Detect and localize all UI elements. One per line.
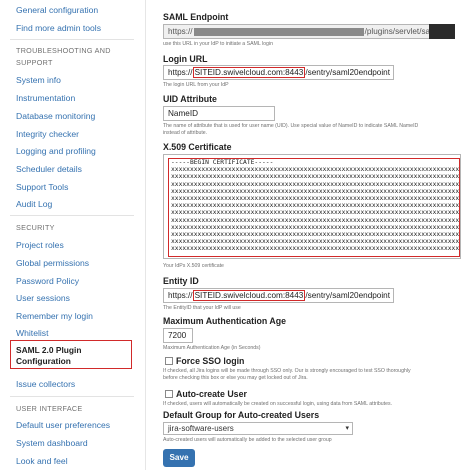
certificate-line: xxxxxxxxxxxxxxxxxxxxxxxxxxxxxxxxxxxxxxxx… (171, 245, 459, 253)
sidebar-item-issue-collectors[interactable]: Issue collectors (16, 379, 75, 389)
login-url-suffix: /sentry/saml20endpoint (305, 68, 390, 77)
entity-id-suffix: /sentry/saml20endpoint (305, 291, 390, 300)
sidebar-item-project-roles[interactable]: Project roles (16, 240, 64, 250)
force-sso-description: before checking this box or else you may… (163, 375, 308, 381)
sidebar-heading-support: SUPPORT (16, 58, 53, 67)
certificate-line: xxxxxxxxxxxxxxxxxxxxxxxxxxxxxxxxxxxxxxxx… (171, 216, 459, 224)
sidebar-divider (10, 215, 134, 216)
sidebar-item-scheduler-details[interactable]: Scheduler details (16, 164, 82, 174)
saml-endpoint-prefix: https:// (168, 27, 193, 36)
sidebar-item-label: Configuration (16, 356, 71, 366)
redacted-block (429, 24, 455, 39)
sidebar-item-label: SAML 2.0 Plugin (16, 345, 82, 355)
certificate-line: xxxxxxxxxxxxxxxxxxxxxxxxxxxxxxxxxxxxxxxx… (171, 187, 459, 195)
sidebar-heading-user-interface: USER INTERFACE (16, 404, 83, 413)
sidebar-item-whitelist[interactable]: Whitelist (16, 328, 48, 338)
entity-id-description: The EntityID that your IdP will use (163, 305, 241, 311)
sidebar-item-instrumentation[interactable]: Instrumentation (16, 93, 75, 103)
sidebar-item-integrity-checker[interactable]: Integrity checker (16, 129, 79, 139)
uid-attribute-description: The name of attribute that is used for u… (163, 123, 419, 129)
sidebar-item-audit-log[interactable]: Audit Log (16, 199, 52, 209)
uid-attribute-input[interactable]: NameID (163, 106, 275, 121)
sidebar-item-remember-my-login[interactable]: Remember my login (16, 311, 93, 321)
certificate-line: xxxxxxxxxxxxxxxxxxxxxxxxxxxxxxxxxxxxxxxx… (171, 173, 459, 181)
entity-id-label: Entity ID (163, 276, 199, 286)
uid-attribute-label: UID Attribute (163, 94, 217, 104)
certificate-line: xxxxxxxxxxxxxxxxxxxxxxxxxxxxxxxxxxxxxxxx… (171, 202, 459, 210)
sidebar-item-database-monitoring[interactable]: Database monitoring (16, 111, 95, 121)
sidebar-heading-security: SECURITY (16, 223, 55, 232)
sidebar-item-global-permissions[interactable]: Global permissions (16, 258, 89, 268)
force-sso-description: If checked, all Jira logins will be made… (163, 368, 411, 374)
certificate-label: X.509 Certificate (163, 142, 232, 152)
login-url-description: The login URL from your IdP (163, 82, 229, 88)
sidebar-item-system-dashboard[interactable]: System dashboard (16, 438, 88, 448)
login-url-site-highlight: SITEID.swivelcloud.com:8443 (192, 67, 306, 78)
certificate-line: xxxxxxxxxxxxxxxxxxxxxxxxxxxxxxxxxxxxxxxx… (171, 166, 459, 174)
max-auth-age-label: Maximum Authentication Age (163, 316, 287, 326)
certificate-textarea[interactable]: -----BEGIN CERTIFICATE----- xxxxxxxxxxxx… (163, 154, 461, 259)
max-auth-age-input[interactable]: 7200 (163, 328, 193, 343)
sidebar-item-general-configuration[interactable]: General configuration (16, 5, 98, 15)
sidebar-divider (10, 39, 134, 40)
save-button[interactable]: Save (163, 449, 195, 467)
default-group-value: jira-software-users (168, 424, 234, 433)
saml-endpoint-description: use this URL in your IdP to initiate a S… (163, 41, 273, 47)
auto-create-user-checkbox[interactable] (165, 390, 173, 398)
auto-create-user-label: Auto-create User (176, 389, 247, 399)
entity-id-prefix: https:// (168, 291, 193, 300)
certificate-line: xxxxxxxxxxxxxxxxxxxxxxxxxxxxxxxxxxxxxxxx… (171, 195, 459, 203)
force-sso-checkbox[interactable] (165, 357, 173, 365)
sidebar-item-find-more-admin-tools[interactable]: Find more admin tools (16, 23, 101, 33)
saml-endpoint-label: SAML Endpoint (163, 12, 229, 22)
sidebar-item-user-sessions[interactable]: User sessions (16, 293, 70, 303)
auto-create-user-description: If checked, users will automatically be … (163, 401, 393, 407)
saml-endpoint-field[interactable]: https:///plugins/servlet/saml/auth (163, 24, 455, 39)
uid-attribute-description: instead of attribute. (163, 130, 208, 136)
default-group-label: Default Group for Auto-created Users (163, 410, 320, 420)
login-url-input[interactable]: https://SITEID.swivelcloud.com:8443/sent… (163, 65, 394, 80)
certificate-line: xxxxxxxxxxxxxxxxxxxxxxxxxxxxxxxxxxxxxxxx… (171, 180, 459, 188)
force-sso-label: Force SSO login (176, 356, 245, 366)
sidebar-heading-troubleshooting: TROUBLESHOOTING AND (16, 46, 111, 55)
default-group-description: Auto-created users will automatically be… (163, 437, 332, 443)
default-group-select[interactable]: jira-software-users ▾ (163, 422, 353, 435)
login-url-label: Login URL (163, 54, 208, 64)
certificate-highlight: -----BEGIN CERTIFICATE----- xxxxxxxxxxxx… (168, 158, 460, 257)
certificate-line: xxxxxxxxxxxxxxxxxxxxxxxxxxxxxxxxxxxxxxxx… (171, 209, 459, 217)
sidebar-item-default-user-preferences[interactable]: Default user preferences (16, 420, 110, 430)
login-url-prefix: https:// (168, 68, 193, 77)
sidebar-item-logging-and-profiling[interactable]: Logging and profiling (16, 146, 96, 156)
sidebar-item-look-and-feel[interactable]: Look and feel (16, 456, 68, 466)
max-auth-age-description: Maximum Authentication Age (in Seconds) (163, 345, 261, 351)
admin-sidebar: General configuration Find more admin to… (0, 0, 146, 470)
sidebar-divider (10, 396, 134, 397)
sidebar-item-support-tools[interactable]: Support Tools (16, 182, 68, 192)
entity-id-site-highlight: SITEID.swivelcloud.com:8443 (192, 290, 306, 301)
certificate-line: xxxxxxxxxxxxxxxxxxxxxxxxxxxxxxxxxxxxxxxx… (171, 238, 459, 246)
redacted-host (193, 27, 364, 36)
sidebar-item-password-policy[interactable]: Password Policy (16, 276, 79, 286)
sidebar-item-system-info[interactable]: System info (16, 75, 61, 85)
certificate-description: Your IdPs X.509 certificate (163, 263, 224, 269)
certificate-line: xxxxxxxxxxxxxxxxxxxxxxxxxxxxxxxxxxxxxxxx… (171, 223, 459, 231)
certificate-begin-line: -----BEGIN CERTIFICATE----- (171, 159, 274, 166)
chevron-down-icon: ▾ (345, 425, 349, 432)
entity-id-input[interactable]: https://SITEID.swivelcloud.com:8443/sent… (163, 288, 394, 303)
certificate-line: xxxxxxxxxxxxxxxxxxxxxxxxxxxxxxxxxxxxxxxx… (171, 231, 459, 239)
sidebar-item-saml-plugin-configuration[interactable]: SAML 2.0 Plugin Configuration (10, 340, 132, 369)
